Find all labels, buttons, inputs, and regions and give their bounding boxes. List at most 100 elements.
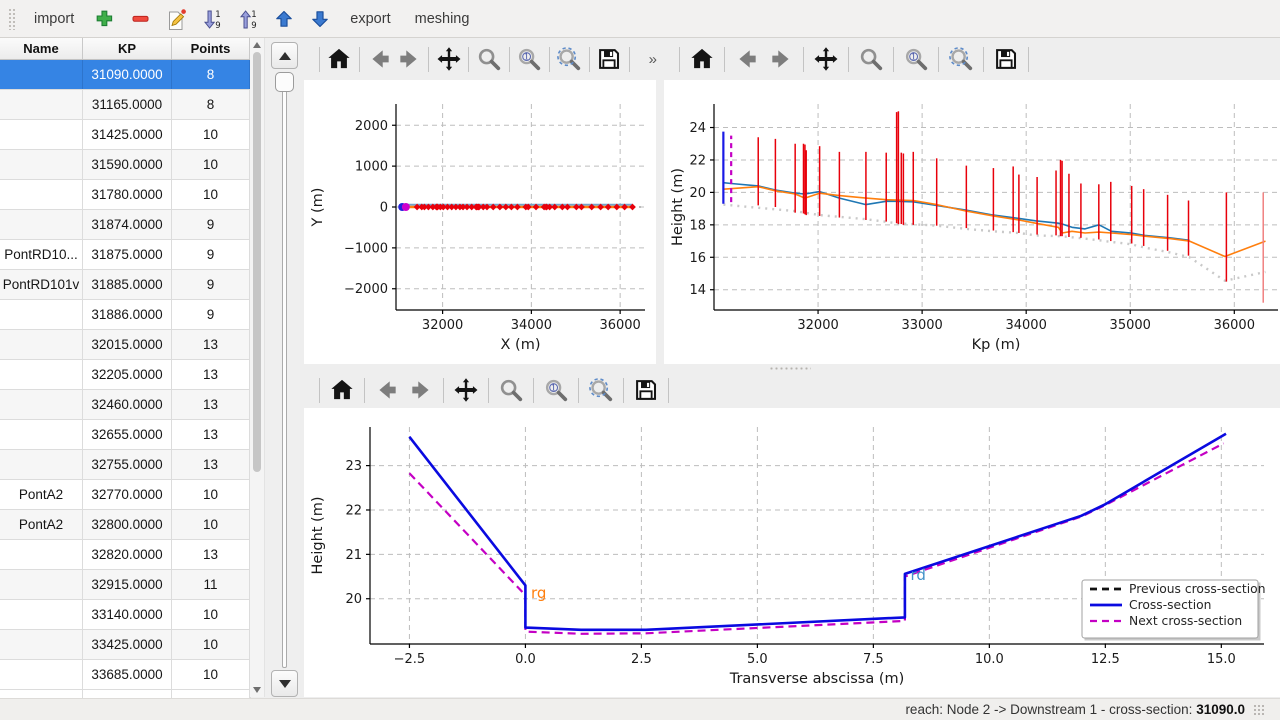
cell-name[interactable] [0,90,83,119]
add-button[interactable] [88,3,120,35]
cell-points[interactable]: 10 [172,600,250,629]
cell-points[interactable]: 9 [172,270,250,299]
forward-button[interactable] [394,42,423,76]
pan-button[interactable] [809,42,843,76]
forward-button[interactable] [404,373,438,407]
cell-kp[interactable]: 32015.0000 [83,330,172,359]
table-row[interactable]: PontRD10...31875.00009 [0,240,250,270]
forward-button[interactable] [764,42,798,76]
cell-name[interactable] [0,360,83,389]
table-row[interactable]: 32820.000013 [0,540,250,570]
edit-button[interactable] [160,3,192,35]
cell-name[interactable]: PontA2 [0,480,83,509]
cell-kp[interactable]: 32800.0000 [83,510,172,539]
cell-name[interactable] [0,540,83,569]
table-row[interactable]: PontA232770.000010 [0,480,250,510]
slider-down-button[interactable] [271,670,298,697]
cell-kp[interactable]: 31590.0000 [83,150,172,179]
zoom-button[interactable] [494,373,528,407]
resize-grip[interactable] [1253,704,1264,715]
table-row[interactable]: 31425.000010 [0,120,250,150]
cell-name[interactable] [0,390,83,419]
cell-kp[interactable]: 31780.0000 [83,180,172,209]
cell-points[interactable]: 9 [172,210,250,239]
zoom-selection-button[interactable] [944,42,978,76]
table-row[interactable]: 33140.000010 [0,600,250,630]
move-up-button[interactable] [268,3,300,35]
cell-kp[interactable]: 33140.0000 [83,600,172,629]
back-button[interactable] [730,42,764,76]
save-button[interactable] [595,42,624,76]
table-row[interactable]: 32460.000013 [0,390,250,420]
toolbar-overflow-button[interactable]: » [649,51,656,68]
table-row[interactable]: 32655.000013 [0,420,250,450]
cell-name[interactable] [0,450,83,479]
slider-thumb[interactable] [275,72,294,92]
cell-kp[interactable]: 33685.0000 [83,660,172,689]
horizontal-splitter[interactable] [300,364,1280,372]
sort-descending-button[interactable]: 19 [196,3,228,35]
table-row[interactable]: 32205.000013 [0,360,250,390]
zoom-one-button[interactable]: 1 [539,373,573,407]
cell-name[interactable] [0,660,83,689]
cell-name[interactable]: PontRD10... [0,240,83,269]
cell-name[interactable]: PontA2 [0,510,83,539]
cell-kp[interactable]: 31425.0000 [83,120,172,149]
toolbar-drag-handle[interactable] [8,8,16,30]
slider-track[interactable] [282,74,287,668]
back-button[interactable] [370,373,404,407]
cell-name[interactable] [0,300,83,329]
move-down-button[interactable] [304,3,336,35]
table-row[interactable]: 31874.00009 [0,210,250,240]
table-row[interactable]: 31165.00008 [0,90,250,120]
cell-kp[interactable]: 32755.0000 [83,450,172,479]
cell-points[interactable]: 9 [172,300,250,329]
back-button[interactable] [365,42,394,76]
cell-kp[interactable]: 31165.0000 [83,90,172,119]
cell-points[interactable]: 13 [172,330,250,359]
sort-ascending-button[interactable]: 19 [232,3,264,35]
cell-points[interactable]: 13 [172,540,250,569]
table-header-name[interactable]: Name [0,38,83,59]
table-row[interactable]: 32015.000013 [0,330,250,360]
slider-up-button[interactable] [271,42,298,69]
table-scrollbar-thumb[interactable] [253,52,261,472]
cell-name[interactable] [0,330,83,359]
table-row[interactable]: 32755.000013 [0,450,250,480]
cell-points[interactable]: 11 [172,570,250,599]
cell-points[interactable]: 10 [172,510,250,539]
plan-view-canvas[interactable]: 320003400036000−2000−1000010002000X (m)Y… [304,80,656,364]
pan-button[interactable] [449,373,483,407]
zoom-button[interactable] [474,42,503,76]
table-scrollbar[interactable] [250,38,265,697]
cell-kp[interactable]: 32915.0000 [83,570,172,599]
cell-name[interactable] [0,150,83,179]
cell-points[interactable]: 13 [172,360,250,389]
cell-name[interactable] [0,600,83,629]
cell-name[interactable]: PontRD101v [0,270,83,299]
cell-name[interactable] [0,60,83,89]
table-row[interactable] [0,690,250,698]
table-row[interactable]: 33425.000010 [0,630,250,660]
profile-view-canvas[interactable]: 3200033000340003500036000141618202224Kp … [664,80,1280,364]
cell-name[interactable] [0,570,83,599]
home-button[interactable] [325,373,359,407]
cell-points[interactable]: 13 [172,450,250,479]
cell-points[interactable]: 8 [172,60,250,89]
cell-kp[interactable]: 32770.0000 [83,480,172,509]
cell-kp[interactable]: 32820.0000 [83,540,172,569]
scrollbar-down-icon[interactable] [253,687,261,693]
import-button[interactable]: import [24,5,84,33]
cell-points[interactable]: 10 [172,180,250,209]
cell-points[interactable]: 10 [172,630,250,659]
cell-kp[interactable]: 31090.0000 [83,60,172,89]
table-row[interactable]: 31590.000010 [0,150,250,180]
cell-name[interactable] [0,210,83,239]
pan-button[interactable] [434,42,463,76]
table-row[interactable]: 31886.00009 [0,300,250,330]
cell-points[interactable]: 8 [172,90,250,119]
cell-points[interactable]: 10 [172,480,250,509]
zoom-selection-button[interactable] [554,42,583,76]
cell-kp[interactable]: 31886.0000 [83,300,172,329]
cross-section-canvas[interactable]: −2.50.02.55.07.510.012.515.020212223Tran… [304,408,1280,697]
